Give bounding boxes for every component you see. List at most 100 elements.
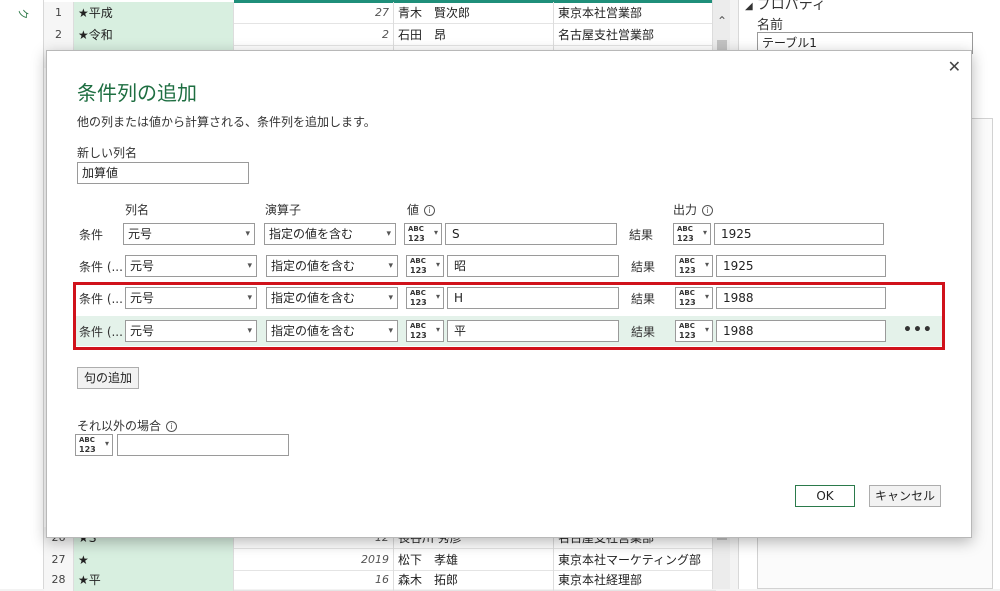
result-label: 結果 <box>629 228 654 242</box>
type-123-icon: 123 <box>408 234 425 243</box>
result-label: 結果 <box>631 325 656 339</box>
cell-dept[interactable]: 東京本社営業部 <box>554 2 714 24</box>
new-column-name-input[interactable]: 加算値 <box>77 162 249 184</box>
cell-dept[interactable]: 名古屋支社営業部 <box>554 24 714 46</box>
dialog-description: 他の列または値から計算される、条件列を追加します。 <box>77 115 376 129</box>
more-options-icon[interactable]: ••• <box>903 322 933 338</box>
cell-person[interactable]: 石田 昂 <box>394 24 554 46</box>
operator-dropdown[interactable]: 指定の値を含む ▾ <box>266 287 398 309</box>
output-type-button[interactable]: ABC 123 ▾ <box>673 223 711 245</box>
type-123-icon: 123 <box>410 298 427 307</box>
cell-era[interactable]: ★令和 <box>74 24 234 46</box>
operator-dropdown[interactable]: 指定の値を含む ▾ <box>266 320 398 342</box>
else-value-input[interactable] <box>117 434 289 456</box>
cancel-button[interactable]: キャンセル <box>869 485 941 507</box>
column-dropdown[interactable]: 元号 ▾ <box>125 255 257 277</box>
chevron-down-icon: ▾ <box>433 228 438 237</box>
output-input[interactable]: 1925 <box>716 255 886 277</box>
type-abc-icon: ABC <box>679 257 695 265</box>
output-input[interactable]: 1925 <box>714 223 884 245</box>
type-abc-icon: ABC <box>408 225 424 233</box>
operator-dropdown[interactable]: 指定の値を含む ▾ <box>264 223 396 245</box>
cell-era[interactable]: ★平成 <box>74 2 234 24</box>
scroll-up-arrow-icon[interactable]: ⌃ <box>713 14 731 28</box>
condition-row: 条件 (... 元号 ▾ 指定の値を含む ▾ ABC 123 ▾ H 結果 ABC 123… <box>47 283 971 313</box>
result-label: 結果 <box>631 260 656 274</box>
value-type-button[interactable]: ABC 123 ▾ <box>406 255 444 277</box>
column-dropdown-value: 元号 <box>128 227 153 241</box>
column-header: 列名 <box>125 203 150 217</box>
type-abc-icon: ABC <box>410 322 426 330</box>
row-number: 1 <box>44 2 74 24</box>
info-icon[interactable]: i <box>702 205 714 216</box>
type-123-icon: 123 <box>410 266 427 275</box>
cell-year[interactable]: 2 <box>234 24 394 46</box>
value-input[interactable]: S <box>445 223 617 245</box>
operator-dropdown[interactable]: 指定の値を含む ▾ <box>266 255 398 277</box>
cell-person[interactable]: 青木 賢次郎 <box>394 2 554 24</box>
condition-label: 条件 (... <box>79 325 123 339</box>
close-icon[interactable]: ✕ <box>948 57 961 76</box>
value-type-button[interactable]: ABC 123 ▾ <box>406 287 444 309</box>
cell-year[interactable]: 27 <box>234 2 394 24</box>
table-row[interactable]: 27 ★ 2019 松下 孝雄 東京本社マーケティング部 <box>44 549 716 571</box>
properties-title[interactable]: ◢ プロパティ <box>745 0 826 14</box>
column-dropdown[interactable]: 元号 ▾ <box>125 287 257 309</box>
cell-year[interactable]: 2019 <box>234 549 394 571</box>
value-input[interactable]: 昭 <box>447 255 619 277</box>
type-123-icon: 123 <box>410 331 427 340</box>
cell-era[interactable]: ★平 <box>74 569 234 591</box>
condition-row[interactable]: 条件 (... 元号 ▾ 指定の値を含む ▾ ABC 123 ▾ 平 結果 ABC 123… <box>73 316 943 346</box>
name-label: 名前 <box>757 18 784 33</box>
type-123-icon: 123 <box>679 331 696 340</box>
type-123-icon: 123 <box>677 234 694 243</box>
value-type-button[interactable]: ABC 123 ▾ <box>404 223 442 245</box>
chevron-down-icon: ▾ <box>247 261 252 271</box>
cell-person[interactable]: 松下 孝雄 <box>394 549 554 571</box>
operator-dropdown-value: 指定の値を含む <box>271 259 356 273</box>
cell-year[interactable]: 16 <box>234 569 394 591</box>
cell-era[interactable]: ★ <box>74 549 234 571</box>
row-number: 28 <box>44 569 74 591</box>
table-row[interactable]: 1 ★平成 27 青木 賢次郎 東京本社営業部 <box>44 2 716 24</box>
cell-person[interactable]: 森木 拓郎 <box>394 569 554 591</box>
ok-button[interactable]: OK <box>795 485 855 507</box>
row-number: 27 <box>44 549 74 571</box>
table-row[interactable]: 28 ★平 16 森木 拓郎 東京本社経理部 <box>44 569 716 591</box>
else-label-text: それ以外の場合 <box>77 419 162 433</box>
chevron-down-icon: ▾ <box>388 326 393 336</box>
else-type-button[interactable]: ABC 123 ▾ <box>75 434 113 456</box>
output-input[interactable]: 1988 <box>716 287 886 309</box>
properties-title-text: プロパティ <box>756 0 826 13</box>
condition-label: 条件 <box>79 228 104 242</box>
value-type-button[interactable]: ABC 123 ▾ <box>406 320 444 342</box>
type-123-icon: 123 <box>679 266 696 275</box>
value-input[interactable]: H <box>447 287 619 309</box>
cell-dept[interactable]: 東京本社経理部 <box>554 569 714 591</box>
expand-triangle-icon[interactable]: ◢ <box>745 1 753 12</box>
add-conditional-column-dialog: ✕ 条件列の追加 他の列または値から計算される、条件列を追加します。 新しい列名… <box>46 50 972 538</box>
cell-dept[interactable]: 東京本社マーケティング部 <box>554 549 714 571</box>
output-type-button[interactable]: ABC 123 ▾ <box>675 320 713 342</box>
info-icon[interactable]: i <box>166 421 178 432</box>
output-type-button[interactable]: ABC 123 ▾ <box>675 287 713 309</box>
output-input[interactable]: 1988 <box>716 320 886 342</box>
output-type-button[interactable]: ABC 123 ▾ <box>675 255 713 277</box>
chevron-down-icon: ▾ <box>435 325 440 334</box>
condition-row: 条件 (... 元号 ▾ 指定の値を含む ▾ ABC 123 ▾ 昭 結果 ABC 123… <box>47 251 971 281</box>
column-dropdown-value: 元号 <box>130 291 155 305</box>
info-icon[interactable]: i <box>424 205 436 216</box>
value-input[interactable]: 平 <box>447 320 619 342</box>
condition-row: 条件 元号 ▾ 指定の値を含む ▾ ABC 123 ▾ S 結果 ABC 123 ▾ 192… <box>47 219 971 249</box>
operator-dropdown-value: 指定の値を含む <box>271 291 356 305</box>
chevron-down-icon: ▾ <box>704 292 709 301</box>
type-abc-icon: ABC <box>410 257 426 265</box>
else-label: それ以外の場合 i <box>77 417 178 434</box>
column-dropdown[interactable]: 元号 ▾ <box>123 223 255 245</box>
table-row[interactable]: 2 ★令和 2 石田 昂 名古屋支社営業部 <box>44 24 716 46</box>
column-dropdown[interactable]: 元号 ▾ <box>125 320 257 342</box>
operator-dropdown-value: 指定の値を含む <box>269 227 354 241</box>
output-header: 出力 i <box>673 201 714 218</box>
add-clause-button[interactable]: 句の追加 <box>77 367 139 389</box>
chevron-down-icon: ▾ <box>245 229 250 239</box>
